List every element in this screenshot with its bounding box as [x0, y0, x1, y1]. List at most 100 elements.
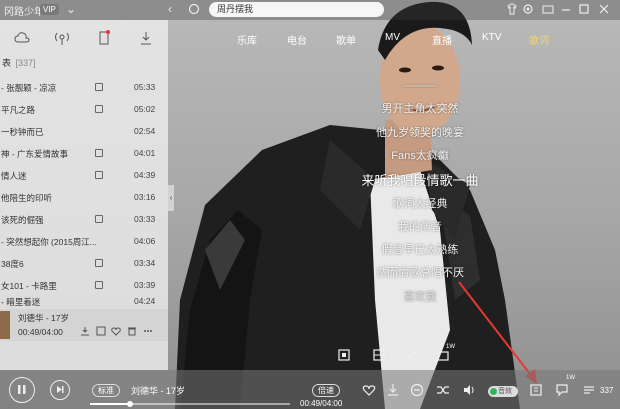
song-name: - 张靓颖 - 凉凉: [1, 83, 57, 93]
now-playing-title[interactable]: 刘德华 - 17岁: [131, 384, 185, 397]
playlist-title-text: 表: [2, 58, 12, 68]
lyric-line: 一一一: [403, 81, 437, 93]
more-options-icon[interactable]: [410, 383, 424, 397]
more-icon[interactable]: [143, 326, 153, 336]
album-thumbnail: [0, 311, 10, 339]
mv-icon[interactable]: [95, 105, 103, 113]
menu-chevron-icon[interactable]: ⌄: [66, 2, 76, 16]
quality-badge[interactable]: 标准: [92, 384, 120, 397]
progress-knob[interactable]: [127, 401, 133, 407]
song-duration: 05:02: [134, 104, 156, 114]
progress-bar[interactable]: [90, 401, 290, 407]
list-item[interactable]: 神 - 广东爱情故事 04:01: [0, 142, 168, 164]
tab-mv[interactable]: MV: [385, 32, 400, 43]
song-duration: 03:39: [134, 280, 156, 290]
lyric-panel-icon[interactable]: [337, 348, 351, 362]
mv-icon[interactable]: [95, 83, 103, 91]
tab-radio[interactable]: 电台: [287, 32, 307, 47]
lyric-line: 歌词太经典: [392, 198, 448, 210]
song-duration: 05:33: [134, 82, 156, 92]
song-name: 神 - 广东爱情故事: [1, 149, 69, 159]
mv-icon[interactable]: [95, 259, 103, 267]
skin-icon[interactable]: [506, 3, 518, 15]
maximize-icon[interactable]: [578, 3, 590, 15]
song-duration: 03:33: [134, 214, 156, 224]
list-item[interactable]: - 突然想起你 (2015周江... 04:06: [0, 230, 168, 252]
song-name: 平凡之路: [1, 105, 36, 115]
lyric-edit-icon[interactable]: [405, 348, 419, 362]
now-playing-time: 00:49/04:00: [18, 327, 63, 337]
tab-music-library[interactable]: 乐库: [237, 32, 257, 47]
vip-badge[interactable]: VIP: [40, 4, 59, 15]
song-name: - 突然想起你 (2015周江...: [1, 237, 97, 247]
minimize-icon[interactable]: [560, 3, 572, 15]
lyric-line: 他九岁领奖的晚宴: [376, 127, 464, 139]
mv-icon[interactable]: [95, 281, 103, 289]
song-name: 38度6: [1, 259, 24, 269]
song-name: 一秒钟而已: [1, 127, 44, 137]
speed-badge[interactable]: 倍速: [312, 384, 340, 397]
sound-effect-on-dot: [490, 388, 497, 395]
tab-live[interactable]: 直播: [432, 32, 452, 47]
tab-ktv[interactable]: KTV: [482, 32, 501, 43]
now-playing-song-name: 刘德华 - 17岁: [18, 313, 70, 323]
heart-icon[interactable]: [362, 383, 376, 397]
shuffle-icon[interactable]: [436, 383, 450, 397]
download-icon[interactable]: [80, 326, 90, 336]
list-item[interactable]: 该死的倔强 03:33: [0, 208, 168, 230]
device-icon[interactable]: [96, 30, 112, 46]
player-bar: 标准 刘德华 - 17岁 倍速 00:49/04:00 音效 1W 337: [0, 370, 620, 409]
list-item[interactable]: - 张靓颖 - 凉凉 05:33: [0, 76, 168, 98]
list-item[interactable]: 他陪生的印听 03:16: [0, 186, 168, 208]
download-icon[interactable]: [138, 30, 154, 46]
app-title: 冈路少年: [4, 7, 44, 18]
cloud-icon[interactable]: [14, 30, 30, 46]
search-icon[interactable]: [188, 3, 200, 15]
playlist-queue-icon[interactable]: [582, 383, 596, 397]
settings-icon[interactable]: [522, 3, 534, 15]
pause-button[interactable]: [9, 377, 35, 403]
delete-icon[interactable]: [127, 326, 137, 336]
tab-playlists[interactable]: 歌单: [336, 32, 356, 47]
playlist-panel: 表 [337] - 张靓颖 - 凉凉 05:33 平凡之路 05:02 一秒钟而…: [0, 20, 168, 370]
lyric-line: 我的演音: [398, 221, 442, 233]
volume-icon[interactable]: [462, 383, 476, 397]
mv-icon[interactable]: [95, 215, 103, 223]
next-button[interactable]: [50, 380, 70, 400]
mv-icon[interactable]: [96, 326, 106, 336]
radio-icon[interactable]: [54, 30, 70, 46]
sound-effect-toggle[interactable]: 音效: [488, 386, 518, 397]
panel-collapse-handle[interactable]: ‹: [168, 185, 174, 211]
search-input[interactable]: 周丹摆我: [209, 2, 384, 17]
mv-icon[interactable]: [95, 149, 103, 157]
lyric-share-icon[interactable]: [437, 348, 451, 362]
heart-icon[interactable]: [111, 326, 121, 336]
back-arrow-icon[interactable]: ‹: [168, 2, 172, 16]
song-name: 情人迷: [1, 171, 27, 181]
now-playing-row[interactable]: 刘德华 - 17岁 00:49/04:00: [0, 309, 168, 341]
left-panel-toolbar: [0, 28, 168, 50]
lyrics-toggle-icon[interactable]: [529, 383, 543, 397]
song-duration: 02:54: [134, 126, 156, 136]
list-item[interactable]: 38度6 03:34: [0, 252, 168, 274]
download-icon[interactable]: [386, 383, 400, 397]
comment-icon[interactable]: [555, 383, 569, 397]
play-time: 00:49/04:00: [300, 399, 343, 408]
mv-icon[interactable]: [95, 171, 103, 179]
song-duration: 04:01: [134, 148, 156, 158]
tab-lyrics[interactable]: 歌词: [529, 32, 549, 47]
close-icon[interactable]: [598, 3, 610, 15]
lyric-line: 假音早已太熟练: [381, 244, 459, 256]
list-item[interactable]: 平凡之路 05:02: [0, 98, 168, 120]
list-item[interactable]: 情人迷 04:39: [0, 164, 168, 186]
song-duration: 04:24: [134, 296, 156, 306]
list-item[interactable]: 一秒钟而已 02:54: [0, 120, 168, 142]
comment-count: 1W: [566, 375, 575, 381]
lyric-line: 男开主角太突然: [381, 103, 459, 115]
top-bar: 冈路少年 VIP ⌄ ‹ 周丹摆我: [0, 0, 620, 20]
lyric-share-count: 1W: [446, 344, 455, 350]
lyric-translate-icon[interactable]: [372, 348, 386, 362]
message-icon[interactable]: [542, 3, 554, 15]
progress-fill: [90, 403, 130, 405]
lyric-line-current: 来听我唱段情歌一曲: [361, 173, 479, 188]
